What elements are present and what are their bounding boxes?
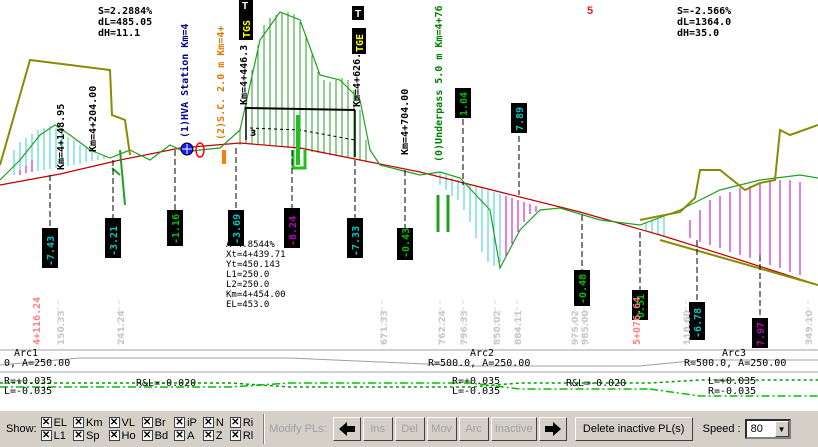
t-badge: T — [355, 9, 361, 20]
speed-label: Speed : — [702, 423, 741, 435]
checkbox-vl[interactable]: ✕ VL — [108, 417, 136, 429]
profile-canvas[interactable]: S=2.2884% dL=485.05 dH=11.1 S=-2.566% dL… — [0, 0, 818, 410]
km-label: Km=4+446.3 — [239, 45, 250, 105]
checkbox-km[interactable]: ✕ Km — [73, 417, 103, 429]
pvi-number: 3 — [250, 129, 256, 139]
chevron-down-icon[interactable]: ▼ — [774, 421, 789, 437]
svg-text:975.02: 975.02 — [571, 310, 581, 345]
svg-text:5+076.64: 5+076.64 — [632, 297, 643, 345]
prev-button[interactable] — [332, 417, 361, 441]
svg-text:241.24: 241.24 — [117, 310, 127, 345]
svg-text:R=-0.035: R=-0.035 — [708, 386, 756, 397]
checkbox-ip[interactable]: ✕ iP — [174, 417, 197, 429]
checkbox-bd[interactable]: ✕ Bd — [141, 430, 168, 442]
svg-text:884.11: 884.11 — [514, 310, 524, 345]
checkbox-el[interactable]: ✕ EL — [40, 417, 67, 429]
svg-text:L1=250.0: L1=250.0 — [226, 270, 269, 280]
underpass-label: (0)Underpass 5.0 m Km=4+76 — [434, 5, 445, 162]
separator — [263, 414, 266, 444]
checkbox-a[interactable]: ✕ A — [174, 430, 197, 442]
km-label: Km=4+204.00 — [88, 86, 99, 152]
top-left-stat: S=2.2884% — [98, 6, 152, 17]
marker-top: 5 — [587, 5, 593, 17]
depth-value: 1.04 — [459, 92, 470, 116]
arc-button[interactable]: Arc — [458, 417, 489, 441]
checkbox-l1[interactable]: ✕ L1 — [40, 430, 67, 442]
svg-text:850.02: 850.02 — [493, 310, 503, 345]
svg-text:L2=250.0: L2=250.0 — [226, 280, 269, 290]
tgs-tag: TGS — [242, 20, 253, 38]
next-button[interactable] — [538, 417, 567, 441]
svg-text:0, A=250.00: 0, A=250.00 — [4, 358, 70, 369]
svg-text:R&L=-0.020: R&L=-0.020 — [136, 378, 196, 389]
tge-tag: TGE — [355, 34, 366, 52]
t-badge: T — [242, 1, 248, 12]
km-label: Km=4+148.95 — [56, 104, 67, 170]
sc-label: (2)S.C. 2.0 m Km=4+ — [216, 26, 227, 140]
depth-value: -1.16 — [171, 214, 182, 244]
depth-value: -0.43 — [401, 228, 412, 258]
arc-bands: Arc1 0, A=250.00 Arc2 R=500.0, A=250.00 … — [4, 348, 786, 369]
arrow-right-icon — [544, 422, 561, 436]
svg-text:Yt=450.143: Yt=450.143 — [226, 260, 280, 270]
arrow-left-icon — [338, 422, 355, 436]
svg-text:762.24: 762.24 — [438, 310, 448, 345]
inactive-button[interactable]: Inactive — [490, 417, 537, 441]
checkbox-n[interactable]: ✕ N — [202, 417, 224, 429]
speed-select[interactable]: 80 ▼ — [744, 419, 791, 439]
top-left-stat: dL=485.05 — [98, 17, 152, 28]
svg-text:110.60: 110.60 — [683, 310, 693, 345]
show-label: Show: — [6, 423, 37, 435]
toolbar: Show: ✕ EL ✕ Km ✕ VL ✕ Br ✕ iP ✕ N ✕ Ri ✕ L1 ✕ Sp… — [0, 410, 818, 447]
svg-text:150.33: 150.33 — [57, 310, 67, 345]
km-label: Km=4+704.00 — [400, 89, 411, 155]
depth-value: -6.78 — [693, 308, 704, 338]
top-right-stat: dH=35.0 — [677, 28, 719, 39]
depth-value: -7.33 — [351, 226, 362, 256]
mov-button[interactable]: Mov — [426, 417, 457, 441]
depth-value: 7.89 — [515, 107, 526, 131]
show-checkboxes: ✕ EL ✕ Km ✕ VL ✕ Br ✕ iP ✕ N ✕ Ri ✕ L1 ✕ Sp ✕ Ho ✕… — [40, 417, 260, 442]
svg-text:349.10: 349.10 — [805, 310, 815, 345]
delete-inactive-button[interactable]: Delete inactive PL(s) — [574, 417, 693, 441]
svg-text:4+116.24: 4+116.24 — [32, 297, 43, 345]
pvi-info: A=4.8544% Xt=4+439.71 Yt=450.143 L1=250.… — [226, 240, 286, 310]
top-left-stat: dH=11.1 — [98, 28, 140, 39]
depth-value: -0.48 — [578, 274, 589, 304]
svg-text:L=-0.035: L=-0.035 — [452, 386, 500, 397]
svg-text:985.00: 985.00 — [581, 310, 591, 345]
svg-text:R=500.0, A=250.00: R=500.0, A=250.00 — [428, 358, 530, 369]
depth-value: 7.97 — [756, 322, 767, 346]
svg-text:796.33: 796.33 — [460, 310, 470, 345]
svg-text:R&L=-0.020: R&L=-0.020 — [566, 378, 626, 389]
profile-labels: S=2.2884% dL=485.05 dH=11.1 S=-2.566% dL… — [4, 0, 815, 397]
depth-value: -3.21 — [109, 226, 120, 256]
svg-text:R=500.0, A=250.00: R=500.0, A=250.00 — [684, 358, 786, 369]
checkbox-rl[interactable]: ✕ Rl — [229, 430, 253, 442]
checkbox-sp[interactable]: ✕ Sp — [73, 430, 103, 442]
svg-text:EL=453.0: EL=453.0 — [226, 300, 269, 310]
top-right-stat: dL=1364.0 — [677, 17, 731, 28]
svg-text:L=-0.035: L=-0.035 — [4, 386, 52, 397]
svg-text:Xt=4+439.71: Xt=4+439.71 — [226, 250, 286, 260]
top-right-stat: S=-2.566% — [677, 6, 731, 17]
del-button[interactable]: Del — [394, 417, 425, 441]
superelevation-labels: R=+0.035 L=-0.035 R&L=-0.020 R=+0.035 L=… — [4, 376, 756, 397]
modify-pls-label: Modify PLs: — [269, 423, 327, 435]
svg-text:Km=4+454.00: Km=4+454.00 — [226, 290, 286, 300]
svg-text:671.33: 671.33 — [380, 310, 390, 345]
hva-station-label: (1)HVA Station Km=4 — [179, 24, 191, 138]
depth-value: -7.43 — [46, 236, 57, 266]
checkbox-ri[interactable]: ✕ Ri — [229, 417, 253, 429]
depth-value: -3.69 — [232, 214, 243, 244]
checkbox-ho[interactable]: ✕ Ho — [108, 430, 136, 442]
ins-button[interactable]: Ins — [362, 417, 393, 441]
km-label: Km=4+626.3 — [352, 47, 363, 107]
checkbox-br[interactable]: ✕ Br — [141, 417, 168, 429]
depth-value: -8.24 — [288, 216, 299, 246]
checkbox-z[interactable]: ✕ Z — [202, 430, 224, 442]
